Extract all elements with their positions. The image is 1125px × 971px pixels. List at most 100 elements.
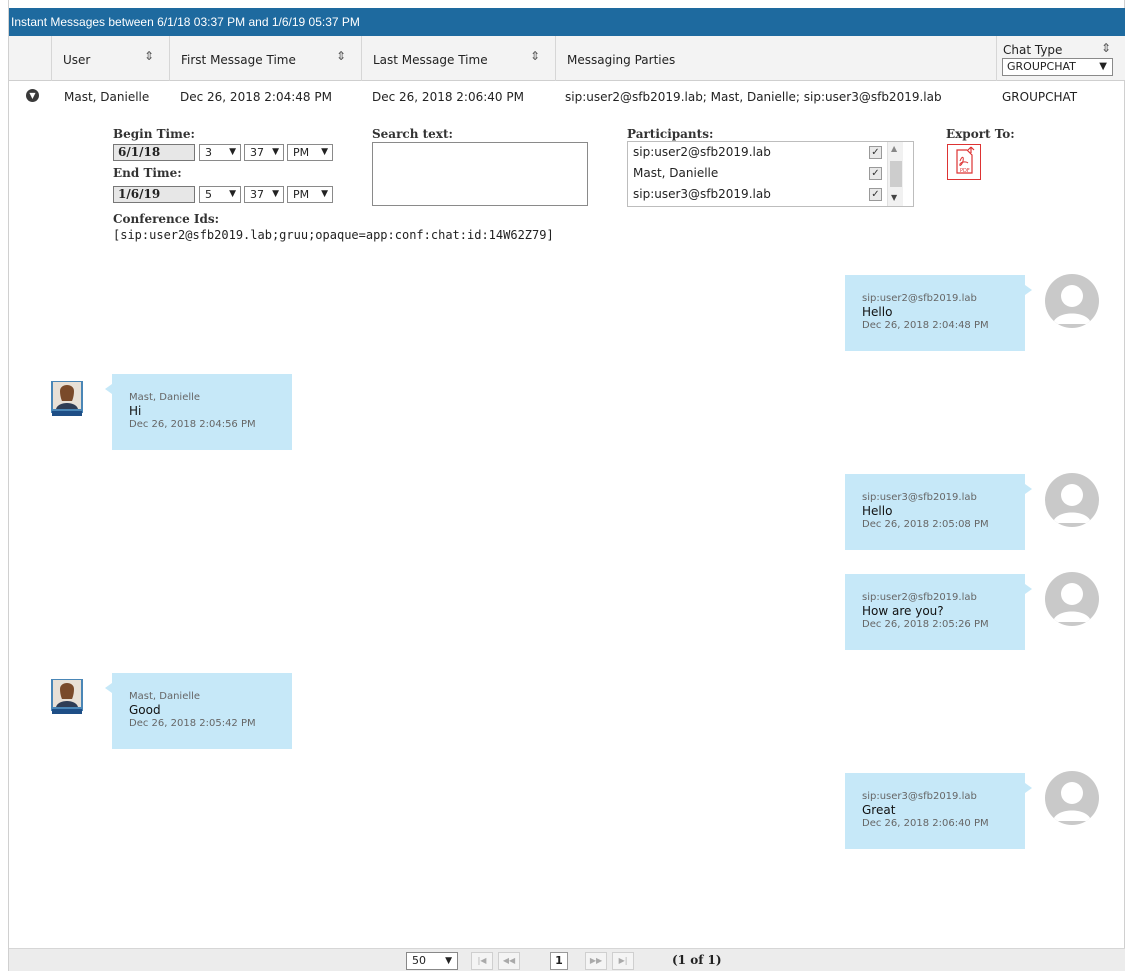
- row-messaging-parties: sip:user2@sfb2019.lab; Mast, Danielle; s…: [565, 90, 942, 104]
- export-to-label: Export To:: [946, 127, 1015, 141]
- message-time: Dec 26, 2018 2:05:08 PM: [862, 519, 989, 530]
- message-sender: Mast, Danielle: [129, 392, 201, 403]
- message-text: Hello: [862, 504, 893, 518]
- message-sender: sip:user3@sfb2019.lab: [862, 791, 977, 802]
- checkbox-checked-icon[interactable]: ✓: [869, 167, 882, 180]
- end-hour-value: 5: [205, 188, 212, 201]
- chevron-down-icon: ▼: [445, 956, 452, 966]
- avatar: [1045, 274, 1099, 328]
- chevron-down-icon: ▼: [321, 147, 328, 157]
- message-text: Hi: [129, 404, 142, 418]
- column-last-message-time[interactable]: Last Message Time ⇕: [361, 36, 555, 81]
- column-last-message-time-label: Last Message Time: [373, 53, 488, 67]
- message-sender: sip:user2@sfb2019.lab: [862, 293, 977, 304]
- page-size-select[interactable]: 50 ▼: [406, 952, 458, 970]
- participant-name: sip:user3@sfb2019.lab: [633, 187, 771, 201]
- pager-bar: 50 ▼ |◀ ◀◀ 1 ▶▶ ▶| (1 of 1): [9, 948, 1125, 971]
- avatar: [1045, 771, 1099, 825]
- message-time: Dec 26, 2018 2:04:56 PM: [129, 419, 256, 430]
- participant-name: sip:user2@sfb2019.lab: [633, 145, 771, 159]
- scroll-down-icon[interactable]: ▼: [891, 193, 897, 202]
- begin-ampm-select[interactable]: PM ▼: [287, 144, 333, 161]
- sort-updown-icon[interactable]: ⇕: [144, 49, 154, 63]
- chat-type-filter-value: GROUPCHAT: [1007, 60, 1076, 73]
- begin-date-input[interactable]: 6/1/18: [113, 144, 195, 161]
- row-last-message-time: Dec 26, 2018 2:06:40 PM: [372, 90, 524, 104]
- column-user-label: User: [63, 53, 91, 67]
- column-user[interactable]: User ⇕: [51, 36, 169, 81]
- end-hour-select[interactable]: 5 ▼: [199, 186, 241, 203]
- column-messaging-parties-label: Messaging Parties: [567, 53, 676, 67]
- participants-scrollbar[interactable]: ▲ ▼: [887, 142, 903, 206]
- end-date-input[interactable]: 1/6/19: [113, 186, 195, 203]
- sort-updown-icon[interactable]: ⇕: [1101, 41, 1111, 55]
- message-sender: sip:user3@sfb2019.lab: [862, 492, 977, 503]
- current-page-button[interactable]: 1: [550, 952, 568, 970]
- page-size-value: 50: [412, 954, 426, 967]
- begin-time-label: Begin Time:: [113, 127, 195, 141]
- message-sender: Mast, Danielle: [129, 691, 201, 702]
- chevron-down-icon: ▼: [272, 147, 279, 157]
- participants-label: Participants:: [627, 127, 714, 141]
- svg-text:PDF: PDF: [960, 168, 970, 174]
- column-chat-type[interactable]: Chat Type ⇕ GROUPCHAT ▼: [996, 36, 1125, 81]
- chat-type-filter-select[interactable]: GROUPCHAT ▼: [1002, 58, 1113, 76]
- search-text-label: Search text:: [372, 127, 453, 141]
- message-bubble: Mast, Danielle Good Dec 26, 2018 2:05:42…: [105, 673, 292, 749]
- message-time: Dec 26, 2018 2:05:42 PM: [129, 718, 256, 729]
- chevron-down-icon: ▼: [229, 189, 236, 199]
- conference-ids-value: [sip:user2@sfb2019.lab;gruu;opaque=app:c…: [113, 228, 554, 242]
- message-bubble: sip:user3@sfb2019.lab Great Dec 26, 2018…: [845, 773, 1032, 849]
- message-text: Great: [862, 803, 896, 817]
- end-ampm-value: PM: [293, 188, 310, 201]
- begin-minute-value: 37: [250, 146, 264, 159]
- begin-hour-select[interactable]: 3 ▼: [199, 144, 241, 161]
- message-time: Dec 26, 2018 2:05:26 PM: [862, 619, 989, 630]
- message-bubble: sip:user2@sfb2019.lab Hello Dec 26, 2018…: [845, 275, 1032, 351]
- participants-list: sip:user2@sfb2019.lab ✓ Mast, Danielle ✓…: [627, 141, 914, 207]
- participant-name: Mast, Danielle: [633, 166, 719, 180]
- table-row[interactable]: Mast, Danielle Dec 26, 2018 2:04:48 PM D…: [9, 82, 1125, 112]
- sort-updown-icon[interactable]: ⇕: [530, 49, 540, 63]
- message-text: Good: [129, 703, 161, 717]
- avatar: [1045, 473, 1099, 527]
- table-header: User ⇕ First Message Time ⇕ Last Message…: [9, 36, 1125, 81]
- sort-updown-icon[interactable]: ⇕: [336, 49, 346, 63]
- column-first-message-time-label: First Message Time: [181, 53, 296, 67]
- report-title: Instant Messages between 6/1/18 03:37 PM…: [9, 8, 1125, 36]
- chevron-down-icon: ▼: [1099, 61, 1107, 72]
- checkbox-checked-icon[interactable]: ✓: [869, 146, 882, 159]
- row-user: Mast, Danielle: [64, 90, 150, 104]
- last-page-icon[interactable]: ▶|: [612, 952, 634, 970]
- message-text: How are you?: [862, 604, 944, 618]
- chevron-down-icon: ▼: [272, 189, 279, 199]
- end-minute-value: 37: [250, 188, 264, 201]
- begin-minute-select[interactable]: 37 ▼: [244, 144, 284, 161]
- message-bubble: sip:user2@sfb2019.lab How are you? Dec 2…: [845, 574, 1032, 650]
- message-time: Dec 26, 2018 2:04:48 PM: [862, 320, 989, 331]
- column-first-message-time[interactable]: First Message Time ⇕: [169, 36, 361, 81]
- checkbox-checked-icon[interactable]: ✓: [869, 188, 882, 201]
- message-bubble: sip:user3@sfb2019.lab Hello Dec 26, 2018…: [845, 474, 1032, 550]
- end-ampm-select[interactable]: PM ▼: [287, 186, 333, 203]
- prev-page-icon[interactable]: ◀◀: [498, 952, 520, 970]
- row-chat-type: GROUPCHAT: [1002, 90, 1078, 104]
- first-page-icon[interactable]: |◀: [471, 952, 493, 970]
- conference-ids-label: Conference Ids:: [113, 212, 220, 226]
- next-page-icon[interactable]: ▶▶: [585, 952, 607, 970]
- end-time-label: End Time:: [113, 166, 182, 180]
- page-info: (1 of 1): [672, 953, 722, 967]
- column-chat-type-label: Chat Type: [1003, 43, 1063, 57]
- scroll-up-icon[interactable]: ▲: [891, 144, 897, 153]
- message-time: Dec 26, 2018 2:06:40 PM: [862, 818, 989, 829]
- row-first-message-time: Dec 26, 2018 2:04:48 PM: [180, 90, 332, 104]
- message-text: Hello: [862, 305, 893, 319]
- begin-hour-value: 3: [205, 146, 212, 159]
- end-minute-select[interactable]: 37 ▼: [244, 186, 284, 203]
- message-bubble: Mast, Danielle Hi Dec 26, 2018 2:04:56 P…: [105, 374, 292, 450]
- chevron-down-icon: ▼: [321, 189, 328, 199]
- search-text-input[interactable]: [372, 142, 588, 206]
- avatar: [1045, 572, 1099, 626]
- scrollbar-thumb[interactable]: [890, 161, 902, 187]
- pdf-icon[interactable]: PDF: [947, 144, 981, 180]
